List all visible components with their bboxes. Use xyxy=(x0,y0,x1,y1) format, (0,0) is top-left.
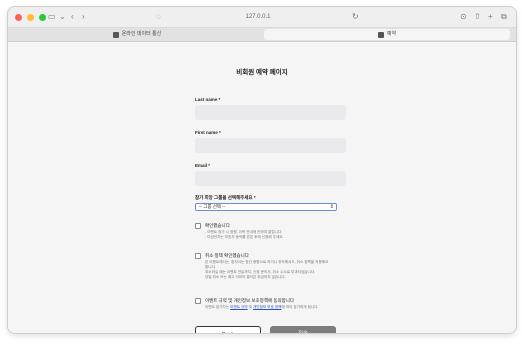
browser-window: ▭ ⌄ ‹ › ◌ 127.0.0.1 ↻ ⊙ ⇧ + ⧉ 온라인 데이터 통신… xyxy=(7,6,517,334)
browser-toolbar: ▭ ⌄ ‹ › ◌ 127.0.0.1 ↻ ⊙ ⇧ + ⧉ xyxy=(8,7,516,28)
description-line: - 미성년자는 보호자 동의를 받은 후에 신청해 주세요. xyxy=(205,235,284,239)
chevron-left-icon[interactable]: ‹ xyxy=(71,11,74,23)
group-label: 참가 희망 그룹을 선택해주세요 * xyxy=(195,195,256,200)
cancel-policy-description: 본 이벤트에서는, 환자서는 참관 종합으로 하거나 취득해서도, 취소 정책을… xyxy=(205,260,328,280)
back-button[interactable]: Back xyxy=(195,326,261,333)
close-window-button[interactable] xyxy=(15,14,22,21)
favicon-icon xyxy=(112,31,119,38)
download-icon[interactable]: ⊙ xyxy=(460,11,467,23)
tab-reservation[interactable]: 예약 xyxy=(264,29,510,40)
first-name-input[interactable] xyxy=(195,138,346,153)
confirm-checkbox-label: 확인했습니다 xyxy=(205,223,230,228)
minimize-window-button[interactable] xyxy=(27,14,34,21)
terms-checkbox-label: 이벤트 규약 및 개인정보 보호정책에 동의합니다 xyxy=(205,298,295,303)
submit-button[interactable]: 전송 xyxy=(270,326,336,333)
tab-label: 예약 xyxy=(386,31,397,37)
last-name-label: Last name * xyxy=(195,97,221,102)
reload-icon[interactable]: ↻ xyxy=(352,11,359,23)
terms-text: 에 따라 참가하게 됩니다. xyxy=(281,305,319,309)
first-name-label: First name * xyxy=(195,130,221,135)
group-select-value: -- 그룹 선택 -- xyxy=(199,204,226,209)
share-icon[interactable]: ⇧ xyxy=(474,11,481,23)
window-controls xyxy=(15,14,46,21)
chevron-right-icon[interactable]: › xyxy=(82,11,85,23)
terms-checkbox[interactable] xyxy=(195,298,201,304)
tab-online-data[interactable]: 온라인 데이터 통신 xyxy=(14,29,260,40)
page-title: 비회원 예약 페이지 xyxy=(236,69,288,76)
event-terms-link[interactable]: 이벤트 규약 xyxy=(230,305,248,309)
chevron-updown-icon: ⇕ xyxy=(329,204,334,210)
new-tab-icon[interactable]: + xyxy=(488,11,493,23)
description-line: 당일 취소 또는 예고 이외의 결석은 취급하지 않습니다. xyxy=(205,275,286,279)
privacy-policy-link[interactable]: 개인정보 보호 정책 xyxy=(253,305,281,309)
address-bar[interactable]: 127.0.0.1 xyxy=(173,11,343,23)
email-label: Email * xyxy=(195,163,211,168)
page-content: 비회원 예약 페이지 Last name * First name * Emai… xyxy=(8,42,516,333)
shield-icon[interactable]: ◌ xyxy=(156,11,161,23)
terms-description: 이벤트 참가자는 이벤트 규약 및 개인정보 보호 정책에 따라 참가하게 됩니… xyxy=(205,305,319,310)
email-input[interactable] xyxy=(195,171,346,186)
last-name-input[interactable] xyxy=(195,105,346,120)
confirm-description: - 이벤트 참가 시 정원, 이력 안내에 관하여 알립니다. - 미성년자는 … xyxy=(205,230,284,240)
tab-bar: 온라인 데이터 통신 예약 xyxy=(8,28,516,42)
maximize-window-button[interactable] xyxy=(39,14,46,21)
chevron-down-icon[interactable]: ⌄ xyxy=(59,11,66,23)
description-line: 본 이벤트에서는, 환자서는 참관 종합으로 하거나 취득해서도, 취소 정책을… xyxy=(205,260,329,264)
confirm-checkbox[interactable] xyxy=(195,223,201,229)
group-select[interactable]: -- 그룹 선택 -- ⇕ xyxy=(195,203,337,211)
cancel-policy-checkbox[interactable] xyxy=(195,253,201,259)
tab-overview-icon[interactable]: ⧉ xyxy=(501,11,507,23)
cancel-policy-label: 취소 정책 확인했습니다 xyxy=(205,253,249,258)
terms-text: 이벤트 참가자는 xyxy=(205,305,231,309)
tab-label: 온라인 데이터 통신 xyxy=(121,31,162,37)
favicon-icon xyxy=(377,31,384,38)
sidebar-icon[interactable]: ▭ xyxy=(48,11,56,23)
